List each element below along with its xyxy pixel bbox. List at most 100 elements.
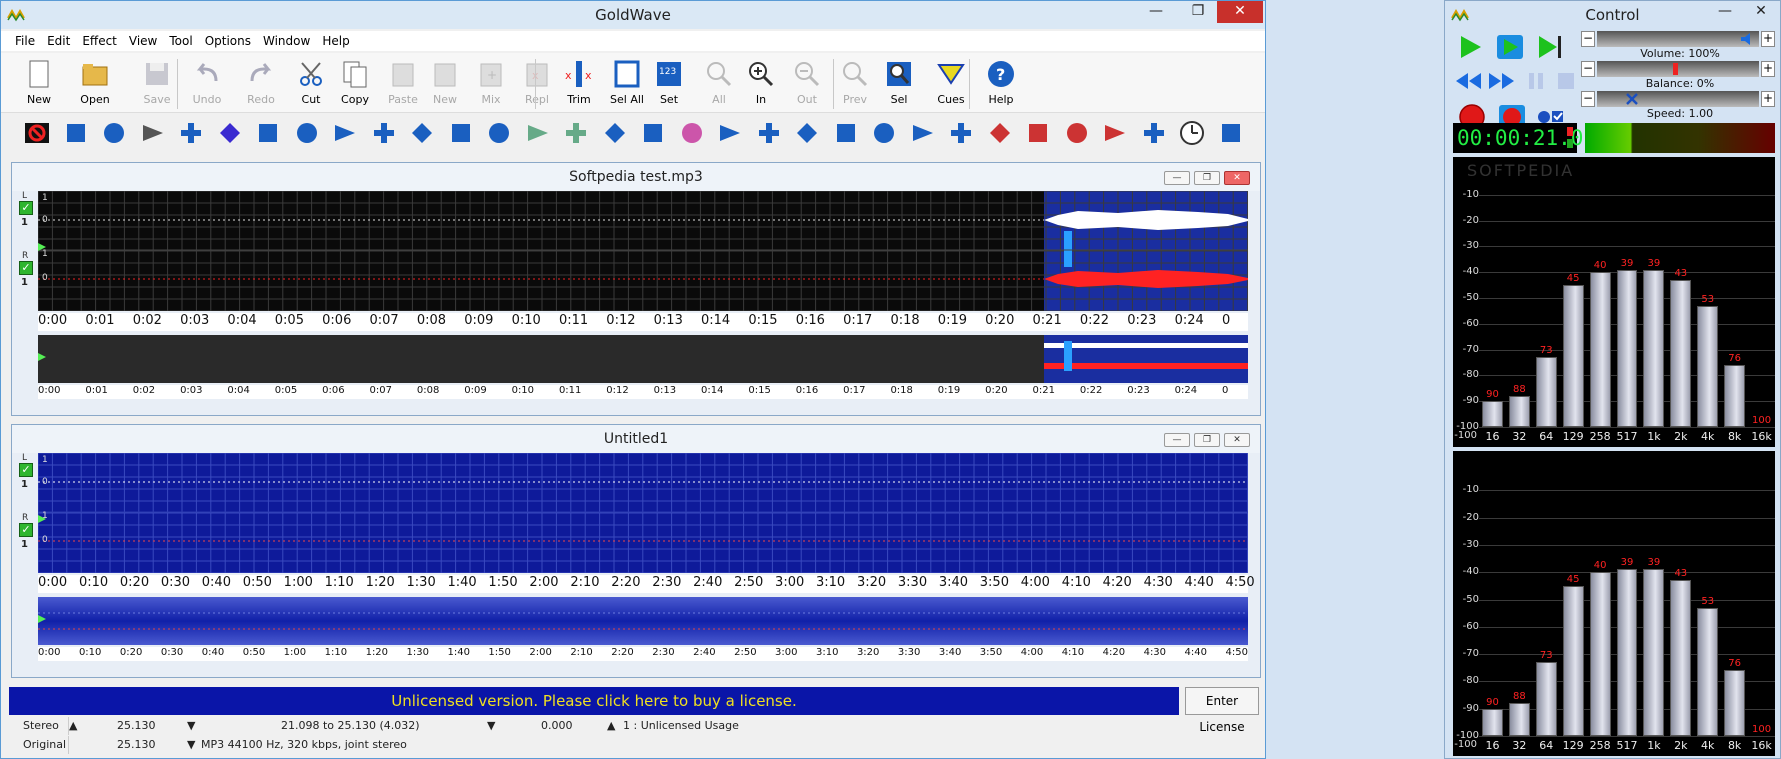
balance-increase-button[interactable]: + [1761, 61, 1775, 77]
menu-edit[interactable]: Edit [41, 31, 76, 48]
document-window-softpedia[interactable]: Softpedia test.mp3 — ❐ ✕ L ✓ 1 R ✓ 1 1 0… [11, 162, 1261, 416]
document-title[interactable]: Untitled1 [12, 425, 1260, 453]
speaker-icon[interactable] [716, 119, 744, 147]
globe-icon[interactable] [100, 119, 128, 147]
wave-icon[interactable] [216, 119, 244, 147]
right-channel-checkbox[interactable]: ✓ [19, 523, 33, 537]
equalizer-icon[interactable] [331, 119, 359, 147]
toolbar-cut-button[interactable]: Cut [291, 57, 331, 111]
loop-icon[interactable] [254, 119, 282, 147]
balance-decrease-button[interactable]: − [1581, 61, 1595, 77]
speed-decrease-button[interactable]: − [1581, 91, 1595, 107]
toolbar-paste-new-button[interactable]: New [425, 57, 465, 111]
spectrum-filter-icon[interactable] [562, 119, 590, 147]
toolbar-replace-button[interactable]: x Repl [517, 57, 557, 111]
document-window-untitled1[interactable]: Untitled1 — ❐ ✕ L ✓ 1 R ✓ 1 1 0 1 0 0:00… [11, 424, 1261, 678]
toolbar-zoom-out-button[interactable]: Out [787, 57, 827, 111]
toolbar-zoom-selection-button[interactable]: Sel [879, 57, 919, 111]
waveform-view[interactable]: 1 0 1 0 [38, 453, 1248, 573]
control-minimize-button[interactable]: — [1712, 1, 1738, 23]
volume-icon[interactable] [947, 119, 975, 147]
status-selection[interactable]: 21.098 to 25.130 (4.032) [281, 717, 481, 735]
doc-close-button[interactable]: ✕ [1224, 433, 1250, 447]
compressor-icon[interactable] [639, 119, 667, 147]
toolbar-copy-button[interactable]: Copy [335, 57, 375, 111]
volume-decrease-button[interactable]: − [1581, 31, 1595, 47]
menu-options[interactable]: Options [199, 31, 257, 48]
left-channel-checkbox[interactable]: ✓ [19, 463, 33, 477]
maximize-icon[interactable] [62, 119, 90, 147]
status-original[interactable]: Original [9, 736, 69, 754]
right-channel-checkbox[interactable]: ✓ [19, 261, 33, 275]
rewind-button[interactable] [1453, 67, 1483, 95]
toolbar-paste-button[interactable]: Paste [383, 57, 423, 111]
channel-icon[interactable] [870, 119, 898, 147]
toolbar-save-button[interactable]: Save [137, 57, 177, 111]
overview-bar[interactable] [38, 597, 1248, 645]
left-channel-checkbox[interactable]: ✓ [19, 201, 33, 215]
volume-track[interactable] [1597, 31, 1759, 47]
status-position[interactable]: 0.000 [541, 717, 601, 735]
toolbar-new-file-button[interactable]: New [19, 57, 59, 111]
menu-help[interactable]: Help [316, 31, 355, 48]
stop-button[interactable] [1551, 67, 1581, 95]
volume-increase-button[interactable]: + [1761, 31, 1775, 47]
blue-tag-icon[interactable] [1140, 119, 1168, 147]
play-end-button[interactable] [1535, 33, 1565, 61]
play-button[interactable] [1455, 33, 1485, 61]
tools-icon[interactable] [139, 119, 167, 147]
doc-close-button[interactable]: ✕ [1224, 171, 1250, 185]
doc-minimize-button[interactable]: — [1164, 433, 1190, 447]
toolbar-zoom-previous-button[interactable]: Prev [835, 57, 875, 111]
document-title[interactable]: Softpedia test.mp3 [12, 163, 1260, 191]
menu-file[interactable]: File [9, 31, 41, 48]
menu-view[interactable]: View [123, 31, 163, 48]
spectrum-icon[interactable] [524, 119, 552, 147]
speed-slider[interactable]: − + [1581, 91, 1775, 107]
balance-icon[interactable] [755, 119, 783, 147]
toolbar-undo-button[interactable]: Undo [187, 57, 227, 111]
alert-icon[interactable] [909, 119, 937, 147]
minimize-button[interactable]: — [1139, 1, 1173, 23]
close-button[interactable]: ✕ [1217, 1, 1263, 23]
toolbar-select-all-button[interactable]: Sel All [607, 57, 647, 111]
status-length[interactable]: 25.130 [117, 717, 177, 735]
toolbar-mix-button[interactable]: + Mix [471, 57, 511, 111]
menu-effect[interactable]: Effect [76, 31, 123, 48]
menu-window[interactable]: Window [257, 31, 316, 48]
waveform-view[interactable]: 1 0 1 0 [38, 191, 1248, 311]
enter-license-button[interactable]: Enter License [1185, 687, 1259, 734]
time-ruler[interactable]: 0:00 0:01 0:02 0:03 0:04 0:05 0:06 0:07 0:08 0:09… [38, 313, 1248, 331]
arrow-left-icon[interactable] [408, 119, 436, 147]
red-tag-icon[interactable] [1063, 119, 1091, 147]
spectrum-graph-right[interactable]: -10 -20 -30 -40 -50 -60 -70 -80 -90 -100 90 16 88 32 7… [1453, 451, 1775, 756]
doc-restore-button[interactable]: ❐ [1194, 433, 1220, 447]
fast-forward-button[interactable] [1487, 67, 1517, 95]
control-titlebar[interactable]: Control — ✕ [1445, 1, 1780, 29]
toolbar-open-folder-button[interactable]: Open [75, 57, 115, 111]
split-icon[interactable] [601, 119, 629, 147]
volume-slider[interactable]: − + [1581, 31, 1775, 47]
toolbar-help-button[interactable]: ? Help [981, 57, 1021, 111]
play-selection-button[interactable] [1495, 33, 1525, 61]
sliders-icon[interactable] [485, 119, 513, 147]
arrow-right-icon[interactable] [370, 119, 398, 147]
marker-icon[interactable] [986, 119, 1014, 147]
overview-bar[interactable] [38, 335, 1248, 383]
forward-effect-icon[interactable] [177, 119, 205, 147]
status-mode[interactable]: Stereo [9, 717, 69, 735]
stop-effect-icon[interactable] [23, 119, 51, 147]
clock-icon[interactable] [1178, 119, 1206, 147]
balance-track[interactable] [1597, 61, 1759, 77]
pause-button[interactable] [1521, 67, 1551, 95]
balance-thumb[interactable] [1673, 63, 1678, 75]
toolbar-trim-button[interactable]: x x Trim [559, 57, 599, 111]
status-original-length[interactable]: 25.130 [117, 736, 177, 754]
gear-icon[interactable] [293, 119, 321, 147]
license-banner[interactable]: Unlicensed version. Please click here to… [9, 687, 1179, 715]
balance-slider[interactable]: − + [1581, 61, 1775, 77]
toolbar-zoom-in-button[interactable]: In [741, 57, 781, 111]
doc-minimize-button[interactable]: — [1164, 171, 1190, 185]
toolbar-cues-button[interactable]: Cues [931, 57, 971, 111]
main-titlebar[interactable]: GoldWave — ❐ ✕ [1, 1, 1265, 29]
